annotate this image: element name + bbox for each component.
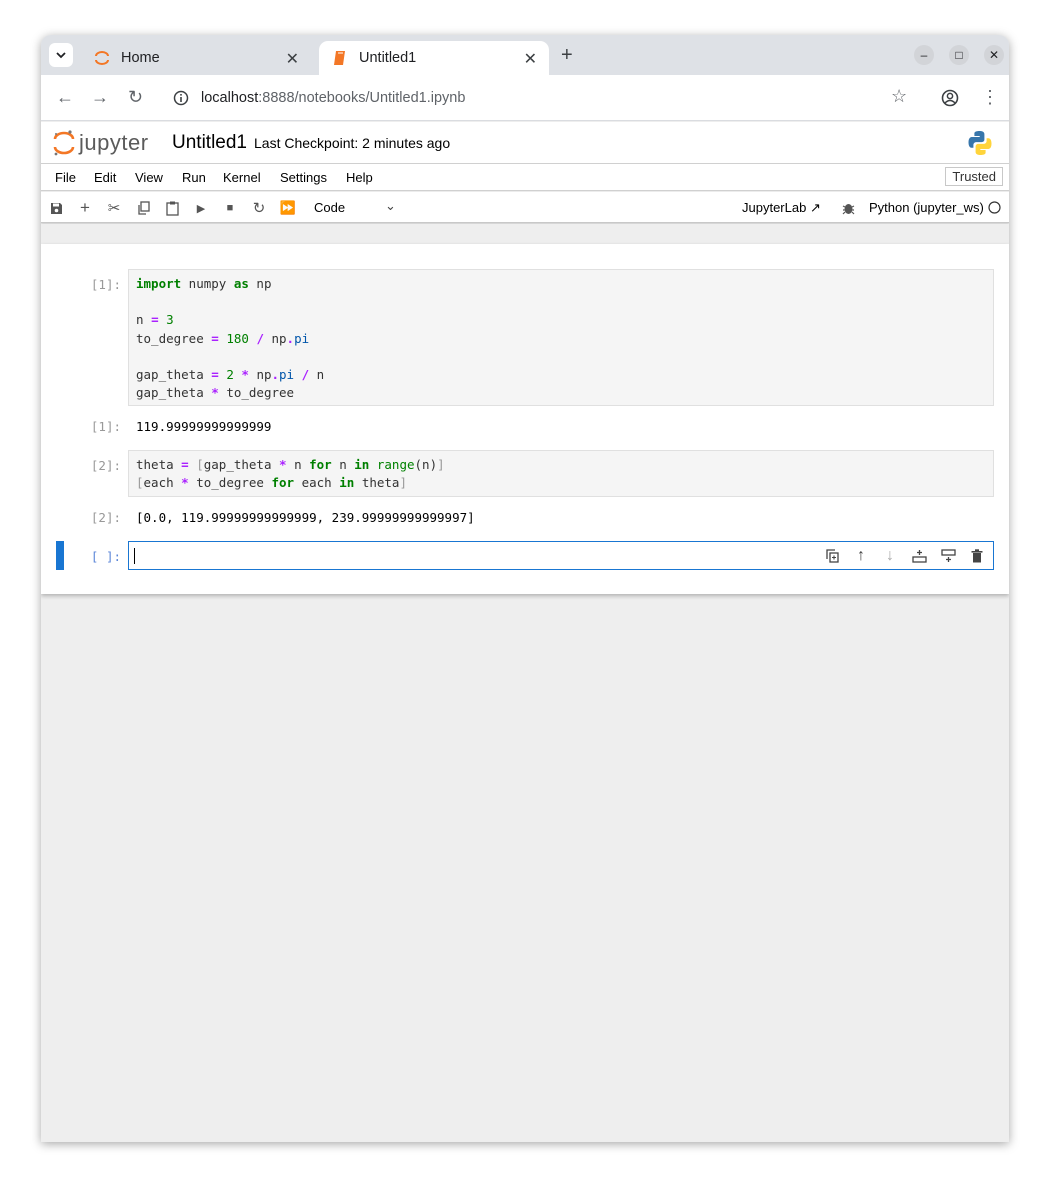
output-prompt: [1]: bbox=[90, 419, 121, 434]
chevron-down-icon[interactable]: ⌄ bbox=[385, 198, 396, 214]
active-code-cell[interactable]: ↑ ↓ bbox=[128, 541, 994, 570]
delete-cell-icon[interactable] bbox=[969, 548, 985, 564]
cell-output: 119.99999999999999 bbox=[136, 419, 272, 434]
menu-bar: File Edit View Run Kernel Settings Help … bbox=[41, 164, 1009, 191]
insert-below-icon[interactable] bbox=[940, 548, 956, 564]
jupyterlab-label: JupyterLab bbox=[742, 200, 807, 215]
copy-icon[interactable] bbox=[134, 199, 152, 217]
code-cell-input[interactable]: theta = [gap_theta * n for n in range(n)… bbox=[128, 450, 994, 497]
external-link-icon: ↗ bbox=[809, 200, 821, 215]
stop-icon[interactable]: ■ bbox=[221, 199, 239, 217]
move-down-icon[interactable]: ↓ bbox=[882, 547, 898, 564]
cut-icon[interactable]: ✂ bbox=[105, 199, 123, 217]
notebook-panel: [1]: import numpy as np n = 3 to_degree … bbox=[41, 244, 1009, 594]
insert-above-icon[interactable] bbox=[911, 548, 927, 564]
minimize-button[interactable]: – bbox=[914, 45, 934, 65]
paste-icon[interactable] bbox=[163, 199, 181, 217]
menu-settings[interactable]: Settings bbox=[280, 170, 327, 185]
menu-view[interactable]: View bbox=[135, 170, 163, 185]
close-icon[interactable]: ✕ bbox=[524, 49, 537, 69]
jupyter-logo-text: jupyter bbox=[79, 130, 149, 155]
checkpoint-status: Last Checkpoint: 2 minutes ago bbox=[254, 135, 451, 151]
kernel-name: Python (jupyter_ws) bbox=[869, 200, 984, 215]
restart-icon[interactable]: ↻ bbox=[250, 199, 268, 217]
fast-forward-icon[interactable]: ⏩ bbox=[279, 199, 297, 217]
open-jupyterlab-link[interactable]: JupyterLab ↗ bbox=[742, 200, 821, 216]
menu-file[interactable]: File bbox=[55, 170, 76, 185]
menu-edit[interactable]: Edit bbox=[94, 170, 116, 185]
tab-home[interactable]: Home ✕ bbox=[81, 41, 311, 75]
notebook-title[interactable]: Untitled1 bbox=[172, 132, 247, 154]
window-close-button[interactable]: ✕ bbox=[984, 45, 1004, 65]
save-icon[interactable] bbox=[47, 199, 65, 217]
menu-run[interactable]: Run bbox=[182, 170, 206, 185]
cell-output: [0.0, 119.99999999999999, 239.9999999999… bbox=[136, 510, 475, 525]
address-bar: ← → ↻ localhost:8888/notebooks/Untitled1… bbox=[41, 75, 1009, 121]
jupyter-logo-icon bbox=[53, 130, 75, 156]
browser-window: Home ✕ Untitled1 ✕ + – □ ✕ ← → ↻ localho… bbox=[41, 35, 1009, 1142]
bookmark-star-icon[interactable]: ☆ bbox=[891, 86, 907, 107]
input-prompt: [1]: bbox=[90, 277, 121, 292]
back-arrow-icon[interactable]: ← bbox=[56, 87, 74, 108]
tab-title: Untitled1 bbox=[359, 50, 417, 66]
tab-title: Home bbox=[121, 50, 160, 66]
chevron-down-icon bbox=[56, 52, 66, 59]
site-info-icon[interactable] bbox=[173, 90, 189, 106]
notebook-top-gap bbox=[41, 224, 1009, 244]
duplicate-cell-icon[interactable] bbox=[824, 548, 840, 564]
profile-icon[interactable] bbox=[941, 89, 959, 107]
close-icon[interactable]: ✕ bbox=[286, 49, 299, 69]
url-path: :8888/notebooks/Untitled1.ipynb bbox=[258, 90, 466, 106]
forward-arrow-icon[interactable]: → bbox=[91, 87, 109, 108]
debugger-bug-icon[interactable] bbox=[839, 199, 857, 217]
input-prompt: [ ]: bbox=[90, 549, 121, 564]
python-logo-icon bbox=[968, 131, 992, 155]
jupyter-header: jupyter Untitled1 Last Checkpoint: 2 min… bbox=[41, 122, 1009, 164]
jupyter-logo[interactable]: jupyter bbox=[53, 129, 149, 157]
move-up-icon[interactable]: ↑ bbox=[853, 547, 869, 564]
kernel-status-icon bbox=[987, 201, 1001, 214]
url-host: localhost bbox=[201, 90, 259, 106]
kernel-indicator[interactable]: Python (jupyter_ws) bbox=[869, 200, 1001, 215]
code-cell-input[interactable]: import numpy as np n = 3 to_degree = 180… bbox=[128, 269, 994, 406]
browser-menu-icon[interactable]: ⋮ bbox=[981, 87, 999, 108]
menu-kernel[interactable]: Kernel bbox=[223, 170, 261, 185]
trusted-indicator[interactable]: Trusted bbox=[945, 167, 1003, 186]
tab-strip: Home ✕ Untitled1 ✕ + – □ ✕ bbox=[41, 35, 1009, 75]
cell-type-select[interactable]: Code bbox=[314, 200, 345, 215]
run-icon[interactable]: ▶ bbox=[192, 199, 210, 217]
menu-help[interactable]: Help bbox=[346, 170, 373, 185]
reload-icon[interactable]: ↻ bbox=[128, 87, 143, 108]
notebook-favicon-icon bbox=[331, 49, 349, 67]
jupyter-favicon-icon bbox=[93, 49, 111, 67]
url-field[interactable]: localhost:8888/notebooks/Untitled1.ipynb bbox=[161, 81, 921, 115]
add-cell-icon[interactable]: + bbox=[76, 198, 94, 217]
maximize-button[interactable]: □ bbox=[949, 45, 969, 65]
input-prompt: [2]: bbox=[90, 458, 121, 473]
tab-search-button[interactable] bbox=[49, 43, 73, 67]
tab-untitled1[interactable]: Untitled1 ✕ bbox=[319, 41, 549, 75]
text-cursor bbox=[134, 548, 135, 564]
output-prompt: [2]: bbox=[90, 510, 121, 525]
new-tab-button[interactable]: + bbox=[561, 44, 573, 67]
notebook-toolbar: + ✂ ▶ ■ ↻ ⏩ Code ⌄ JupyterLab ↗ Python (… bbox=[41, 192, 1009, 223]
